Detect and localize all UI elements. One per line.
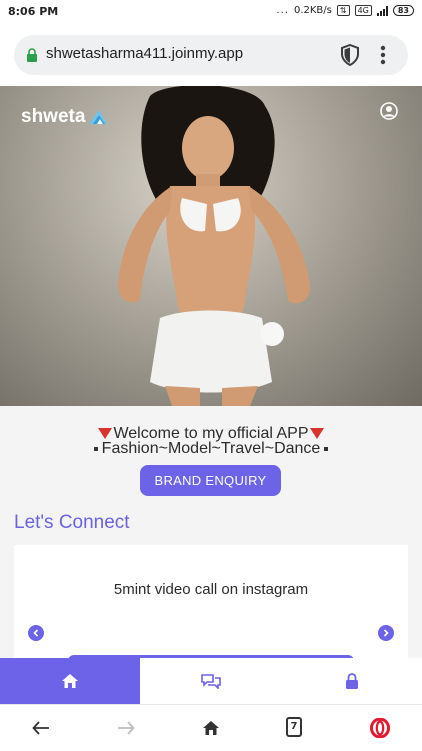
back-arrow-icon [32, 721, 49, 735]
opera-menu-button[interactable] [369, 717, 391, 739]
forward-arrow-icon [118, 721, 135, 735]
nav-lock-tab[interactable] [281, 658, 422, 704]
home-icon [203, 721, 219, 735]
tabs-icon[interactable]: 7 [286, 717, 302, 737]
carousel-prev-button[interactable] [28, 625, 44, 641]
signal-icon [376, 5, 388, 16]
status-bar: 8:06 PM ... 0.2KB/s ⇅ 4G 83 [0, 0, 422, 24]
connect-title: Let's Connect [14, 512, 130, 533]
carousel-next-button[interactable] [378, 625, 394, 641]
lock-icon [27, 48, 37, 62]
square-bullet-icon [93, 446, 98, 451]
status-time: 8:06 PM [8, 5, 59, 18]
chat-icon [200, 674, 221, 689]
data-saver-icon: ⇅ [336, 5, 350, 16]
chevron-left-icon [33, 629, 39, 637]
opera-icon [370, 718, 390, 738]
battery-level: 83 [392, 5, 414, 16]
red-triangle-icon [309, 428, 324, 440]
lock-icon [345, 673, 358, 689]
status-dots: ... [276, 5, 289, 16]
back-button[interactable] [30, 717, 52, 739]
brand-name: shweta [21, 106, 86, 127]
home-icon [62, 674, 78, 688]
browser-toolbar: shwetasharma411.joinmy.app [0, 24, 422, 86]
status-indicators: ... 0.2KB/s ⇅ 4G 83 [276, 5, 414, 16]
browser-bottom-bar: 7 [0, 704, 422, 751]
app-bottom-nav [0, 658, 422, 704]
url-text[interactable]: shwetasharma411.joinmy.app [46, 45, 243, 62]
address-bar[interactable]: shwetasharma411.joinmy.app [14, 35, 408, 75]
brand-emblem-icon [89, 110, 108, 124]
tagline: Fashion~Model~Travel~Dance [0, 440, 422, 458]
brand-enquiry-button[interactable]: BRAND ENQUIRY [140, 465, 281, 496]
welcome-section: Welcome to my official APP Fashion~Model… [0, 406, 422, 661]
card-text: 5mint video call on instagram [113, 581, 309, 598]
network-speed: 0.2KB/s [293, 5, 332, 16]
nav-chat-tab[interactable] [140, 658, 281, 704]
forward-button[interactable] [115, 717, 137, 739]
shield-icon[interactable] [340, 44, 360, 66]
chevron-right-icon [383, 629, 389, 637]
hero-banner: shweta [0, 86, 422, 406]
red-triangle-icon [98, 428, 113, 440]
square-bullet-icon [324, 446, 329, 451]
tagline-text: Fashion~Model~Travel~Dance [101, 440, 321, 457]
browser-home-button[interactable] [200, 717, 222, 739]
kebab-menu-icon[interactable] [380, 44, 386, 66]
hero-photo [118, 86, 311, 406]
nav-home-tab[interactable] [0, 658, 140, 704]
user-account-icon[interactable] [380, 102, 398, 120]
network-type: 4G [354, 5, 372, 16]
carousel-card: 5mint video call on instagram [14, 545, 408, 661]
brand-logo[interactable]: shweta [21, 106, 108, 128]
